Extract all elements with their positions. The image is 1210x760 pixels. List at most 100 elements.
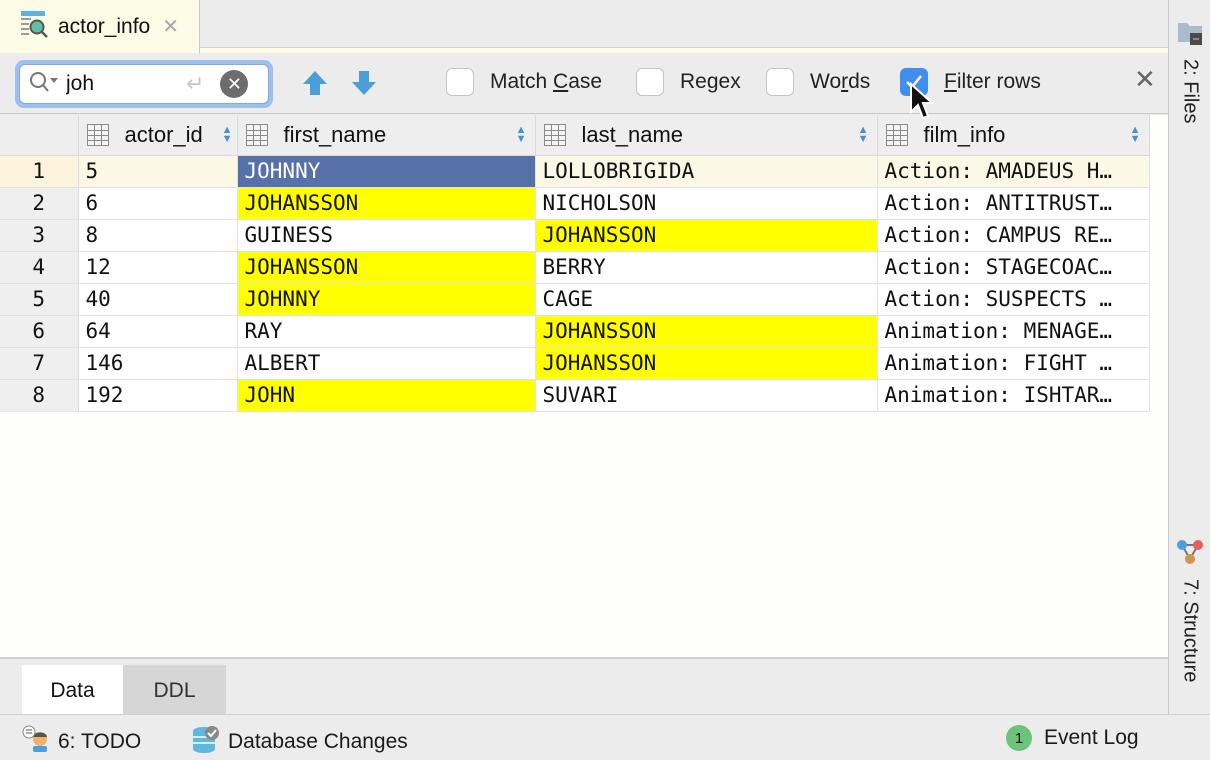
cell-last-name[interactable]: LOLLOBRIGIDA xyxy=(535,155,878,188)
regex-checkbox[interactable] xyxy=(636,68,664,96)
words-label: Words xyxy=(810,70,871,93)
cell-actor-id[interactable]: 146 xyxy=(78,347,238,380)
row-number[interactable]: 4 xyxy=(0,251,79,284)
cell-last-name[interactable]: JOHANSSON xyxy=(535,315,878,348)
table-row[interactable]: 4 12 JOHANSSON BERRY Action: STAGECOAC… xyxy=(0,251,1150,284)
search-input[interactable] xyxy=(66,72,176,96)
arrow-down-icon[interactable] xyxy=(349,68,379,98)
cell-film-info[interactable]: Animation: FIGHT … xyxy=(877,347,1150,380)
row-number[interactable]: 3 xyxy=(0,219,79,252)
match-case-label: Match Case xyxy=(490,70,603,93)
match-case-checkbox[interactable] xyxy=(446,68,474,96)
close-icon[interactable]: ✕ xyxy=(1134,64,1156,95)
tab-label: DDL xyxy=(153,678,196,702)
event-log-icon: 1 xyxy=(1006,725,1032,751)
regex-option[interactable]: Regex xyxy=(636,68,741,96)
editor-tab-strip: actor_info ✕ xyxy=(0,0,1168,53)
cell-first-name[interactable]: GUINESS xyxy=(237,219,536,252)
table-row[interactable]: 8 192 JOHN SUVARI Animation: ISHTAR… xyxy=(0,379,1150,412)
cell-last-name[interactable]: JOHANSSON xyxy=(535,219,878,252)
cell-actor-id[interactable]: 192 xyxy=(78,379,238,412)
row-number[interactable]: 1 xyxy=(0,155,79,188)
cell-first-name[interactable]: JOHN xyxy=(237,379,536,412)
cell-first-name[interactable]: JOHNNY xyxy=(237,155,536,188)
folder-icon xyxy=(1176,20,1204,51)
database-changes-label: Database Changes xyxy=(228,730,408,753)
table-row[interactable]: 6 64 RAY JOHANSSON Animation: MENAGE… xyxy=(0,315,1150,348)
cell-film-info[interactable]: Animation: MENAGE… xyxy=(877,315,1150,348)
cell-film-info[interactable]: Action: CAMPUS RE… xyxy=(877,219,1150,252)
tab-data[interactable]: Data xyxy=(22,665,123,716)
cell-actor-id[interactable]: 40 xyxy=(78,283,238,316)
cell-actor-id[interactable]: 8 xyxy=(78,219,238,252)
cell-last-name[interactable]: BERRY xyxy=(535,251,878,284)
cell-film-info[interactable]: Action: ANTITRUST… xyxy=(877,187,1150,220)
structure-tool-label: 7: Structure xyxy=(1179,579,1202,683)
arrow-up-icon[interactable] xyxy=(300,68,330,98)
right-tool-strip: 2: Files 7: Structure xyxy=(1168,0,1210,714)
cell-first-name[interactable]: RAY xyxy=(237,315,536,348)
column-header-first-name[interactable]: first_name ▲ ▼ xyxy=(237,115,536,156)
header-row: actor_id ▲ ▼ first_name ▲ ▼ last_name ▲ ▼ f… xyxy=(0,115,1150,156)
row-number[interactable]: 8 xyxy=(0,379,79,412)
cell-actor-id[interactable]: 12 xyxy=(78,251,238,284)
row-number[interactable]: 5 xyxy=(0,283,79,316)
row-number[interactable]: 2 xyxy=(0,187,79,220)
todo-icon xyxy=(22,725,50,759)
todo-label: 6: TODO xyxy=(58,730,142,753)
sort-icon[interactable]: ▲ ▼ xyxy=(516,125,527,145)
table-row[interactable]: 5 40 JOHNNY CAGE Action: SUSPECTS … xyxy=(0,283,1150,316)
event-log-button[interactable]: 1 Event Log xyxy=(1006,725,1139,751)
table-row[interactable]: 3 8 GUINESS JOHANSSON Action: CAMPUS RE… xyxy=(0,219,1150,252)
search-history-icon[interactable] xyxy=(28,70,60,99)
tab-ddl[interactable]: DDL xyxy=(123,665,226,716)
todo-tool-button[interactable]: 6: TODO xyxy=(22,725,141,759)
table-row[interactable]: 7 146 ALBERT JOHANSSON Animation: FIGHT … xyxy=(0,347,1150,380)
row-number[interactable]: 7 xyxy=(0,347,79,380)
files-tool-label: 2: Files xyxy=(1179,59,1202,124)
files-tool-button[interactable]: 2: Files xyxy=(1169,20,1210,123)
column-header-actor-id[interactable]: actor_id ▲ ▼ xyxy=(78,115,238,156)
cell-first-name[interactable]: ALBERT xyxy=(237,347,536,380)
column-icon xyxy=(86,123,109,146)
search-field[interactable]: ↵ ✕ xyxy=(15,60,273,108)
cell-actor-id[interactable]: 64 xyxy=(78,315,238,348)
cell-film-info[interactable]: Action: STAGECOAC… xyxy=(877,251,1150,284)
cell-last-name[interactable]: JOHANSSON xyxy=(535,347,878,380)
column-name: last_name xyxy=(581,121,684,147)
cell-last-name[interactable]: NICHOLSON xyxy=(535,187,878,220)
cell-actor-id[interactable]: 6 xyxy=(78,187,238,220)
cell-first-name[interactable]: JOHNNY xyxy=(237,283,536,316)
match-case-option[interactable]: Match Case xyxy=(446,68,602,96)
cell-film-info[interactable]: Action: AMADEUS H… xyxy=(877,155,1150,188)
regex-label: Regex xyxy=(680,70,741,93)
row-number[interactable]: 6 xyxy=(0,315,79,348)
cell-film-info[interactable]: Action: SUSPECTS … xyxy=(877,283,1150,316)
words-option[interactable]: Words xyxy=(766,68,870,96)
result-table: actor_id ▲ ▼ first_name ▲ ▼ last_name ▲ ▼ f… xyxy=(0,115,1150,412)
column-header-last-name[interactable]: last_name ▲ ▼ xyxy=(535,115,878,156)
row-number-header xyxy=(0,115,79,156)
bottom-tab-bar: Data DDL xyxy=(0,657,1168,716)
database-changes-button[interactable]: Database Changes xyxy=(192,725,408,759)
clear-icon[interactable]: ✕ xyxy=(220,70,249,98)
find-bar: ↵ ✕ Match Case Regex Words Filter rows xyxy=(0,54,1168,114)
structure-tool-button[interactable]: 7: Structure xyxy=(1169,538,1210,682)
sort-icon[interactable]: ▲ ▼ xyxy=(858,125,869,145)
cell-actor-id[interactable]: 5 xyxy=(78,155,238,188)
words-checkbox[interactable] xyxy=(766,68,794,96)
table-row[interactable]: 1 5 JOHNNY LOLLOBRIGIDA Action: AMADEUS H… xyxy=(0,155,1150,188)
sort-icon[interactable]: ▲ ▼ xyxy=(222,125,233,145)
cell-first-name[interactable]: JOHANSSON xyxy=(237,187,536,220)
tab-label: Data xyxy=(50,678,95,702)
sort-icon[interactable]: ▲ ▼ xyxy=(1130,125,1141,145)
editor-tab-actor-info[interactable]: actor_info ✕ xyxy=(0,0,200,53)
cell-last-name[interactable]: SUVARI xyxy=(535,379,878,412)
cell-first-name[interactable]: JOHANSSON xyxy=(237,251,536,284)
cell-last-name[interactable]: CAGE xyxy=(535,283,878,316)
cell-film-info[interactable]: Animation: ISHTAR… xyxy=(877,379,1150,412)
mouse-cursor-icon xyxy=(910,82,934,120)
filter-rows-label: Filter rows xyxy=(944,70,1041,93)
close-icon[interactable]: ✕ xyxy=(162,17,179,37)
table-row[interactable]: 2 6 JOHANSSON NICHOLSON Action: ANTITRUST… xyxy=(0,187,1150,220)
